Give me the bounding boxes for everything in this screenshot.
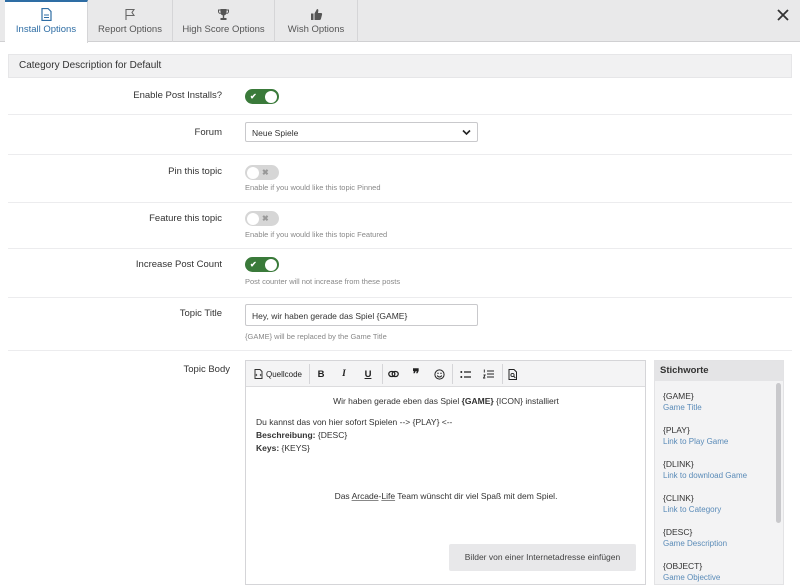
topic-body-editor[interactable]: Quellcode B I U ❞ Wir haben gerade eben … <box>245 360 646 585</box>
preview-button[interactable] <box>505 366 521 382</box>
tab-bar: Install Options Report Options High Scor… <box>0 0 800 43</box>
tab-install-options[interactable]: Install Options <box>5 0 88 43</box>
editor-line: Du kannst das von hier sofort Spielen --… <box>256 417 453 427</box>
tab-wish-options[interactable]: Wish Options <box>275 0 358 42</box>
help-text: Enable if you would like this topic Feat… <box>245 230 388 239</box>
tab-high-score-options[interactable]: High Score Options <box>173 0 275 42</box>
numbered-list-icon <box>482 369 494 379</box>
quote-button[interactable]: ❞ <box>408 366 424 382</box>
section-header: Category Description for Default <box>8 54 792 78</box>
x-icon: ✖ <box>262 168 269 177</box>
topic-title-input[interactable]: Hey, wir haben gerade das Spiel {GAME} <box>245 304 478 326</box>
row-pin-topic: Pin this topic ✖ Enable if you would lik… <box>8 155 792 203</box>
numbered-list-button[interactable] <box>480 366 496 382</box>
italic-button[interactable]: I <box>336 366 352 382</box>
x-icon: ✖ <box>262 214 269 223</box>
keyword-item[interactable]: {DESC} Game Description <box>663 527 727 548</box>
editor-toolbar: Quellcode B I U ❞ <box>246 361 645 387</box>
keyword-item[interactable]: {CLINK} Link to Category <box>663 493 721 514</box>
tab-label: Install Options <box>15 24 77 35</box>
row-topic-title: Topic Title Hey, wir haben gerade das Sp… <box>8 298 792 351</box>
field-label: Pin this topic <box>168 166 222 177</box>
increase-post-count-toggle[interactable]: ✔ <box>245 257 279 272</box>
document-icon <box>5 8 87 21</box>
underline-button[interactable]: U <box>360 366 376 382</box>
tab-label: Wish Options <box>287 24 345 35</box>
check-icon: ✔ <box>250 260 257 269</box>
tab-label: Report Options <box>98 24 162 35</box>
editor-line: Keys: {KEYS} <box>256 443 310 453</box>
forum-select-value: Neue Spiele <box>252 128 299 138</box>
link-icon <box>387 370 399 378</box>
help-text: Enable if you would like this topic Pinn… <box>245 183 381 192</box>
preview-icon <box>508 368 517 380</box>
keywords-scrollbar[interactable] <box>776 383 781 523</box>
field-label: Feature this topic <box>149 213 222 224</box>
feature-topic-toggle[interactable]: ✖ <box>245 211 279 226</box>
source-label: Quellcode <box>265 369 303 379</box>
tab-label: High Score Options <box>182 24 265 35</box>
row-forum: Forum Neue Spiele <box>8 115 792 155</box>
help-text: Post counter will not increase from thes… <box>245 277 401 286</box>
forum-select[interactable]: Neue Spiele <box>245 122 478 142</box>
row-enable-post-installs: Enable Post Installs? ✔ <box>8 80 792 115</box>
insert-image-url-button[interactable]: Bilder von einer Internetadresse einfüge… <box>449 544 636 571</box>
keyword-item[interactable]: {GAME} Game Title <box>663 391 702 412</box>
check-icon: ✔ <box>250 92 257 101</box>
emoji-button[interactable] <box>431 366 447 382</box>
smiley-icon <box>433 368 445 380</box>
thumbs-up-icon <box>275 8 357 21</box>
bulleted-list-icon <box>459 370 471 378</box>
keywords-title: Stichworte <box>655 361 783 381</box>
flag-icon <box>88 8 172 21</box>
field-label: Increase Post Count <box>135 259 222 270</box>
source-icon <box>254 369 263 379</box>
editor-line: Beschreibung: {DESC} <box>256 430 348 440</box>
keyword-item[interactable]: {OBJECT} Game Objective <box>663 561 720 582</box>
pin-topic-toggle[interactable]: ✖ <box>245 165 279 180</box>
editor-line: Wir haben gerade eben das Spiel {GAME} {… <box>333 396 559 406</box>
keyword-item[interactable]: {PLAY} Link to Play Game <box>663 425 728 446</box>
link-button[interactable] <box>385 366 401 382</box>
row-increase-post-count: Increase Post Count ✔ Post counter will … <box>8 249 792 298</box>
trophy-icon <box>173 8 274 21</box>
field-label: Enable Post Installs? <box>133 90 222 101</box>
editor-content[interactable]: Wir haben gerade eben das Spiel {GAME} {… <box>256 395 636 503</box>
chevron-down-icon <box>462 128 471 137</box>
editor-line: Das Arcade-Life Team wünscht dir viel Sp… <box>334 491 558 501</box>
field-label: Topic Title <box>179 308 222 319</box>
row-feature-topic: Feature this topic ✖ Enable if you would… <box>8 203 792 249</box>
keyword-item[interactable]: {DLINK} Link to download Game <box>663 459 747 480</box>
help-text: {GAME} will be replaced by the Game Titl… <box>245 332 387 341</box>
field-label: Forum <box>194 127 222 138</box>
keywords-panel: Stichworte {GAME} Game Title {PLAY} Link t… <box>654 360 784 585</box>
source-button[interactable]: Quellcode <box>252 366 304 382</box>
enable-post-installs-toggle[interactable]: ✔ <box>245 89 279 104</box>
bulleted-list-button[interactable] <box>457 366 473 382</box>
close-icon[interactable] <box>776 8 790 22</box>
bold-button[interactable]: B <box>313 366 329 382</box>
tab-report-options[interactable]: Report Options <box>88 0 173 42</box>
field-label: Topic Body <box>183 364 230 375</box>
